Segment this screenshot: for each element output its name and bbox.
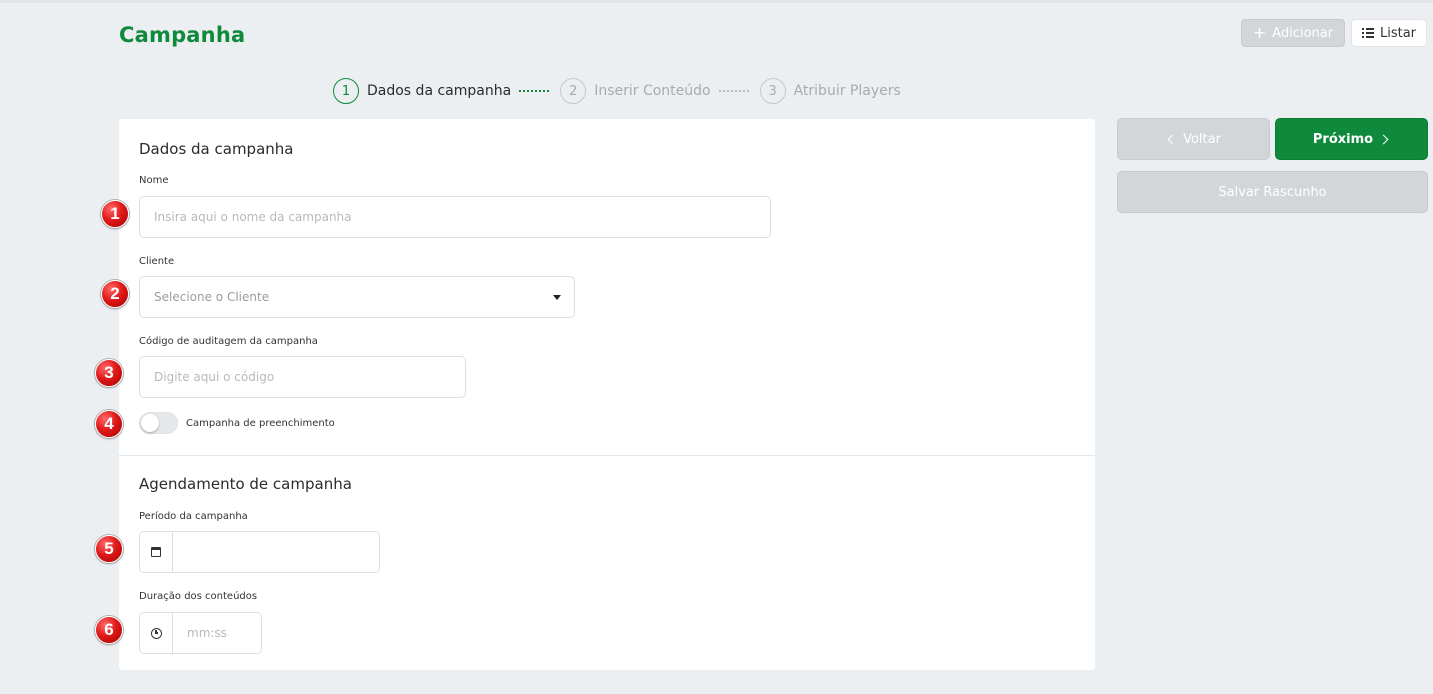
step-number: 2 [560, 78, 587, 104]
back-button[interactable]: Voltar [1117, 118, 1270, 160]
plus-icon: + [1252, 23, 1267, 42]
step-label: Atribuir Players [793, 83, 901, 99]
campaign-name-input[interactable]: Insira aqui o nome da campanha [139, 196, 771, 238]
caret-down-icon [553, 295, 561, 300]
client-select[interactable]: Selecione o Cliente [139, 276, 575, 318]
audit-code-input[interactable]: Digite aqui o código [139, 356, 466, 398]
step-inserir-conteudo[interactable]: 2 Inserir Conteúdo [560, 78, 711, 104]
clock-addon [140, 613, 173, 653]
save-draft-label: Salvar Rascunho [1218, 184, 1327, 200]
duration-label: Duração dos conteúdos [139, 591, 258, 602]
calendar-addon[interactable] [140, 532, 173, 572]
back-button-label: Voltar [1183, 131, 1221, 147]
chevron-right-icon [1378, 134, 1389, 144]
step-atribuir-players[interactable]: 3 Atribuir Players [759, 78, 901, 104]
period-label: Período da campanha [139, 511, 248, 522]
list-icon [1361, 28, 1374, 38]
add-button-label: Adicionar [1272, 25, 1334, 41]
annotation-marker: 5 [95, 535, 123, 563]
section-title-dados: Dados da campanha [139, 140, 294, 158]
fill-campaign-toggle[interactable] [139, 412, 178, 434]
step-dados-da-campanha[interactable]: 1 Dados da campanha [333, 78, 511, 104]
section-divider [119, 455, 1095, 456]
duration-input[interactable]: mm:ss [139, 612, 262, 654]
period-value[interactable] [173, 532, 379, 572]
step-label: Inserir Conteúdo [594, 83, 711, 99]
step-connector [718, 90, 749, 92]
duration-placeholder[interactable]: mm:ss [173, 613, 261, 653]
calendar-icon [151, 547, 161, 557]
client-label: Cliente [139, 256, 175, 267]
list-button-label: Listar [1379, 25, 1417, 41]
campaign-form-card: Dados da campanha Nome Insira aqui o nom… [119, 119, 1095, 670]
step-connector [519, 90, 550, 92]
stepper: 1 Dados da campanha 2 Inserir Conteúdo 3… [333, 76, 901, 106]
fill-campaign-label: Campanha de preenchimento [186, 418, 335, 429]
save-draft-button[interactable]: Salvar Rascunho [1117, 171, 1428, 213]
step-number: 3 [759, 78, 786, 104]
section-title-agendamento: Agendamento de campanha [139, 475, 352, 493]
campaign-name-placeholder: Insira aqui o nome da campanha [154, 210, 352, 224]
audit-code-label: Código de auditagem da campanha [139, 336, 318, 347]
add-button[interactable]: + Adicionar [1241, 19, 1345, 47]
next-button-label: Próximo [1312, 131, 1374, 147]
period-date-range-input[interactable] [139, 531, 380, 573]
annotation-marker: 6 [95, 616, 123, 644]
chevron-left-icon [1167, 134, 1178, 144]
clock-icon [150, 627, 162, 639]
step-number: 1 [333, 78, 359, 104]
name-label: Nome [139, 175, 169, 186]
step-label: Dados da campanha [367, 83, 512, 99]
annotation-marker: 1 [101, 200, 129, 228]
next-button[interactable]: Próximo [1275, 118, 1428, 160]
toggle-knob [141, 414, 159, 432]
page-title: Campanha [119, 23, 246, 47]
annotation-marker: 4 [95, 410, 123, 438]
annotation-marker: 3 [95, 359, 123, 387]
annotation-marker: 2 [101, 280, 129, 308]
client-select-placeholder: Selecione o Cliente [154, 290, 270, 304]
audit-code-placeholder: Digite aqui o código [154, 370, 275, 384]
top-actions: + Adicionar Listar [1241, 19, 1427, 47]
list-button[interactable]: Listar [1351, 19, 1427, 47]
